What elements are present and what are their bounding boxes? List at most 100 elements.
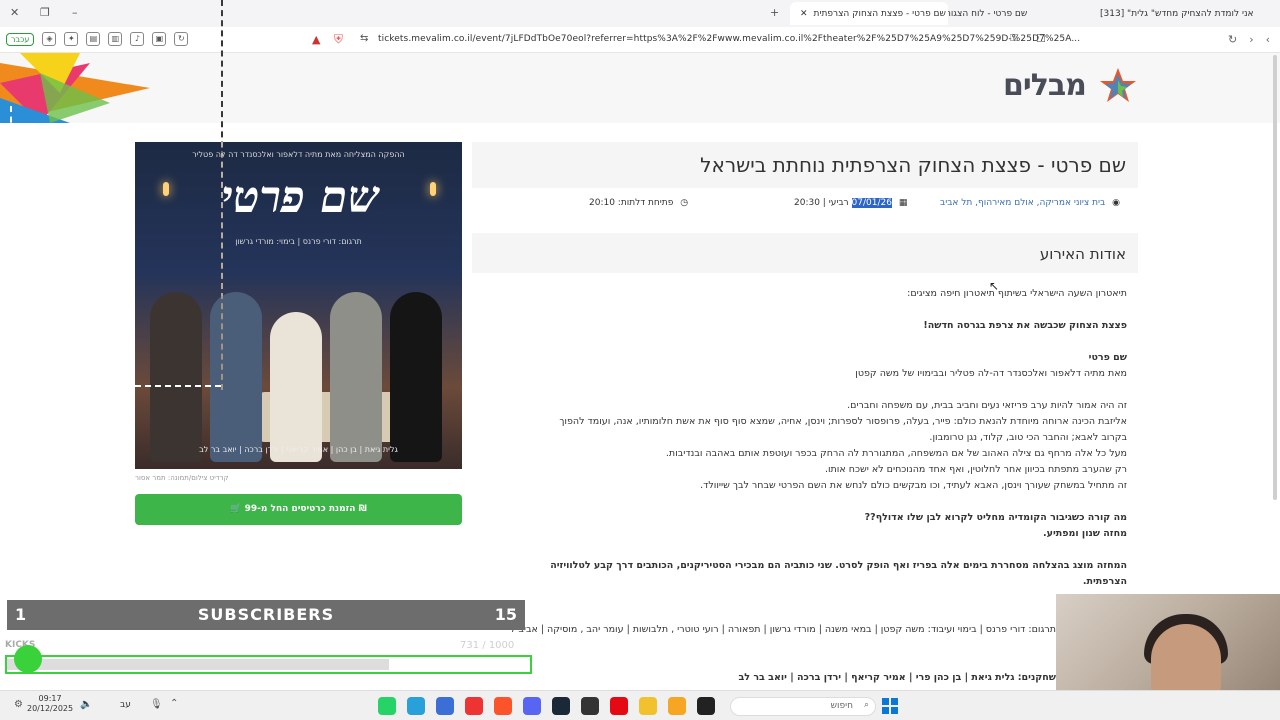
taskbar: ⚙ 09:17 20/12/2025 🔈 עב 🎙 ⌃ חיפוש ⌕ bbox=[0, 690, 1280, 720]
photo-credit: קרדיט צילום/תמונה: תמר אסור bbox=[135, 474, 229, 482]
telegram-icon[interactable] bbox=[407, 697, 425, 715]
close-tab-icon[interactable]: ✕ bbox=[800, 9, 808, 19]
url-field[interactable]: tickets.mevalim.co.il/event/7jLFDdTbOe70… bbox=[378, 34, 1080, 44]
buy-tickets-label: הזמנת כרטיסים החל מ-99 ₪ bbox=[244, 504, 367, 514]
sync-icon[interactable]: ↻ bbox=[174, 32, 189, 46]
folder-icon[interactable] bbox=[639, 697, 657, 715]
clock-time: 09:17 bbox=[38, 694, 62, 703]
clock-icon: ◷ bbox=[680, 198, 689, 208]
cast-credits: שחקנים: גלית גיאת | בן כהן פרי | אמיר קר… bbox=[738, 672, 1056, 683]
overlay-guide bbox=[10, 106, 12, 176]
event-location[interactable]: ◉ בית ציוני אמריקה, אולם מאירהוף, תל אבי… bbox=[940, 198, 1120, 208]
lamp-icon bbox=[430, 182, 436, 196]
description-bold-line: מה קורה כשגיבור הקומדיה מחליט לקרוא לבן … bbox=[864, 512, 1127, 523]
mic-icon[interactable]: 🎙 bbox=[150, 699, 163, 710]
search-icon: ⌕ bbox=[863, 700, 869, 710]
about-section-header: אודות האירוע bbox=[472, 233, 1138, 273]
windows-start-icon[interactable] bbox=[882, 698, 898, 714]
cart-icon: 🛒 bbox=[230, 504, 245, 514]
tab-bar: ✕ ❐ – שם פרטי - לוח הצגות 2025 | מבלים ✕… bbox=[0, 0, 1280, 27]
new-tab-icon[interactable]: + bbox=[770, 6, 779, 19]
taskbar-search[interactable]: חיפוש ⌕ bbox=[730, 697, 876, 716]
description-line: תיאטרון השעה הישראלי בשיתוף תיאטרון חיפה… bbox=[907, 288, 1127, 299]
sidebar-icon[interactable]: ▥ bbox=[108, 32, 123, 46]
wallet-icon[interactable]: ▤ bbox=[86, 32, 101, 46]
kick-logo-icon bbox=[14, 645, 42, 673]
event-poster: ההפקה המצליחה מאת מתיה דלאפור ואלכסנדר ד… bbox=[135, 142, 462, 469]
figure bbox=[390, 292, 442, 462]
reload-icon[interactable]: ↻ bbox=[1228, 33, 1237, 46]
event-title-box: שם פרטי - פצצת הצחוק הצרפתית נוחתת בישרא… bbox=[472, 142, 1138, 188]
search-placeholder: חיפוש bbox=[830, 701, 853, 711]
tab-label: שם פרטי - פצצת הצחוק הצרפתית bbox=[813, 8, 946, 19]
poster-title: שם פרטי bbox=[221, 172, 379, 223]
site-logo[interactable]: מבלים bbox=[1003, 68, 1087, 103]
sub-count-right: 15 bbox=[494, 605, 517, 624]
page-scrollbar[interactable] bbox=[1273, 55, 1277, 500]
kicks-count: 731 / 1000 bbox=[460, 640, 515, 651]
forward-icon[interactable]: › bbox=[1249, 33, 1253, 46]
description-line: מעל כל אלה מרחף גם צילה האהוב של אם המשפ… bbox=[665, 448, 1127, 459]
poster-sub-line: תרגום: דורי פרנס | בימוי: מורדי גרשון bbox=[235, 237, 362, 246]
restore-window-icon[interactable]: ❐ bbox=[40, 6, 50, 19]
editor-icon[interactable] bbox=[436, 697, 454, 715]
music-icon[interactable]: ♪ bbox=[130, 32, 145, 46]
whatsapp-icon[interactable] bbox=[378, 697, 396, 715]
date-value: 07/01/26 bbox=[851, 198, 892, 208]
nav-controls: ↻ › ‹ bbox=[1228, 33, 1270, 46]
back-icon[interactable]: ‹ bbox=[1266, 33, 1270, 46]
description-bold-line: מחזה שנון ומפתיע. bbox=[1043, 528, 1127, 539]
extensions-icon[interactable]: ✦ bbox=[64, 32, 79, 46]
overlay-guide bbox=[221, 0, 223, 390]
poster-top-line: ההפקה המצליחה מאת מתיה דלאפור ואלכסנדר ד… bbox=[192, 150, 405, 159]
buy-tickets-button[interactable]: 🛒 הזמנת כרטיסים החל מ-99 ₪ bbox=[135, 494, 462, 525]
brave-icon[interactable] bbox=[494, 697, 512, 715]
event-date: ▦ 07/01/26 רביעי | 20:30 bbox=[794, 198, 907, 208]
figure bbox=[330, 292, 382, 462]
steam-icon[interactable] bbox=[552, 697, 570, 715]
credits-line: תרגום: דורי פרנס | בימוי ועיבוד: משה קפט… bbox=[512, 624, 1056, 635]
screenshot-icon[interactable]: ▣ bbox=[152, 32, 167, 46]
subscribers-label: SUBSCRIBERS bbox=[197, 605, 335, 624]
discord-icon[interactable] bbox=[523, 697, 541, 715]
description-bold-line: שם פרטי bbox=[1088, 352, 1127, 363]
subscribers-widget: 1 SUBSCRIBERS 15 bbox=[7, 600, 525, 630]
description-line: רק שהערב מתפתח בכיוון אחר לחלוטין, ואף א… bbox=[824, 464, 1127, 475]
location-icon: ◉ bbox=[1112, 198, 1120, 208]
bookmark-icon[interactable]: ☐ bbox=[1036, 32, 1046, 45]
shield-icon[interactable]: ◈ bbox=[42, 32, 57, 46]
doors-open: ◷ פתיחת דלתות: 20:10 bbox=[589, 198, 688, 208]
tab-podcast[interactable]: [313] "אני לומדת להצחיק מחדש" גלית bbox=[1090, 2, 1280, 25]
figure bbox=[150, 292, 202, 462]
share-icon[interactable]: ⇆ bbox=[360, 33, 368, 44]
speaker-icon[interactable]: 🔈 bbox=[80, 699, 92, 710]
chatgpt-icon[interactable] bbox=[581, 697, 599, 715]
clock[interactable]: 09:17 20/12/2025 bbox=[27, 694, 73, 714]
site-header bbox=[0, 53, 1280, 176]
app-icon[interactable] bbox=[668, 697, 686, 715]
brave-shield-icon[interactable]: ⛨ bbox=[334, 32, 343, 47]
key-icon[interactable]: ⚿ bbox=[1010, 33, 1018, 44]
description-line: זה מתחיל במשחק שעורך וינסן, האבא לעתיד, … bbox=[700, 480, 1127, 491]
close-window-icon[interactable]: ✕ bbox=[10, 6, 19, 19]
day-time: רביעי | 20:30 bbox=[794, 198, 849, 208]
reader-button[interactable]: עכבר bbox=[6, 32, 35, 46]
settings-icon[interactable]: ⚙ bbox=[14, 699, 23, 710]
about-title: אודות האירוע bbox=[1039, 245, 1126, 263]
language-indicator[interactable]: עב bbox=[120, 700, 131, 710]
location-link[interactable]: בית ציוני אמריקה, אולם מאירהוף, תל אביב bbox=[940, 198, 1105, 208]
minimize-window-icon[interactable]: – bbox=[72, 6, 78, 19]
terminal-icon[interactable] bbox=[697, 697, 715, 715]
overlay-guide bbox=[135, 385, 221, 387]
warning-icon[interactable]: ▲ bbox=[312, 33, 320, 46]
description-line: בקרוב לאבא; והחבר הכי טוב, קלוד, נגן טרו… bbox=[929, 432, 1127, 443]
netflix-icon[interactable] bbox=[610, 697, 628, 715]
description-bold-line: המחזה מוצג בהצלחה מסחררת בימים אלה בפריז… bbox=[550, 560, 1127, 571]
youtube-icon[interactable] bbox=[465, 697, 483, 715]
tab-event-active[interactable]: ✕ שם פרטי - פצצת הצחוק הצרפתית bbox=[790, 2, 948, 25]
tray-expand-icon[interactable]: ⌃ bbox=[170, 698, 178, 709]
